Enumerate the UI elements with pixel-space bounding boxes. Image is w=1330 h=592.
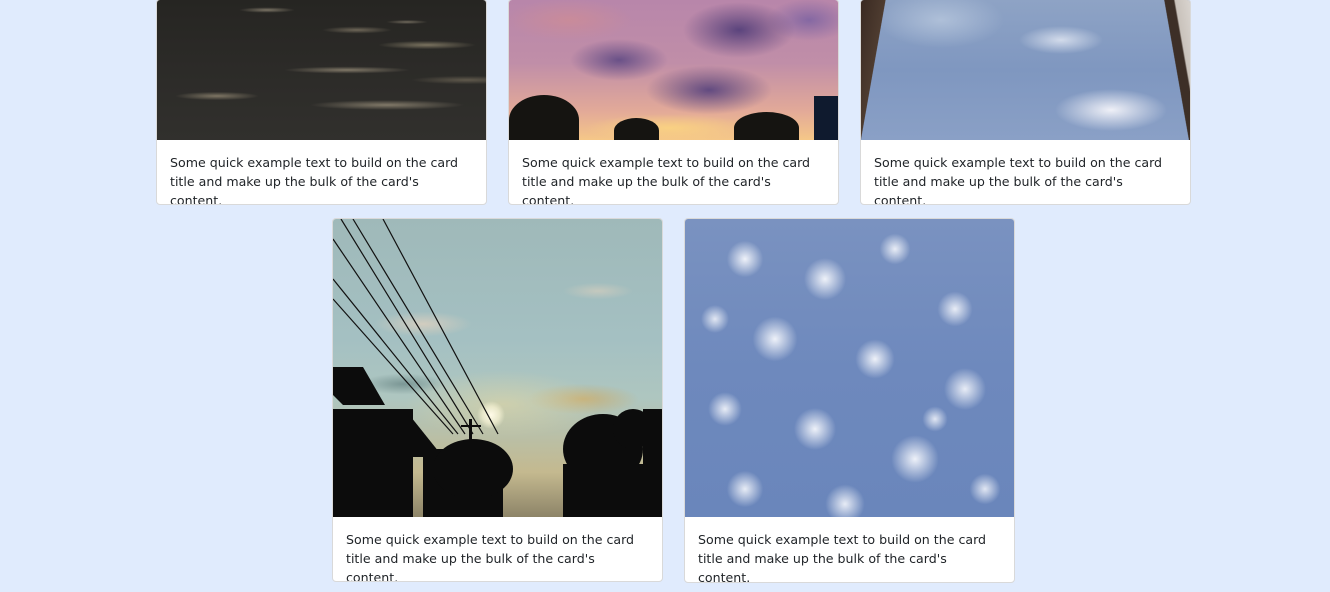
card-text: Some quick example text to build on the … [698, 532, 987, 583]
card: Some quick example text to build on the … [684, 218, 1015, 583]
card-image [861, 0, 1190, 140]
card-text: Some quick example text to build on the … [170, 155, 459, 205]
card-image [157, 0, 486, 140]
card-image [509, 0, 838, 140]
card: Some quick example text to build on the … [508, 0, 839, 205]
card-text: Some quick example text to build on the … [874, 155, 1163, 205]
card-image [333, 219, 662, 517]
card-text: Some quick example text to build on the … [346, 532, 635, 582]
card-text: Some quick example text to build on the … [522, 155, 811, 205]
card-image [685, 219, 1014, 517]
card: Some quick example text to build on the … [860, 0, 1191, 205]
card: Some quick example text to build on the … [332, 218, 663, 582]
card: Some quick example text to build on the … [156, 0, 487, 205]
